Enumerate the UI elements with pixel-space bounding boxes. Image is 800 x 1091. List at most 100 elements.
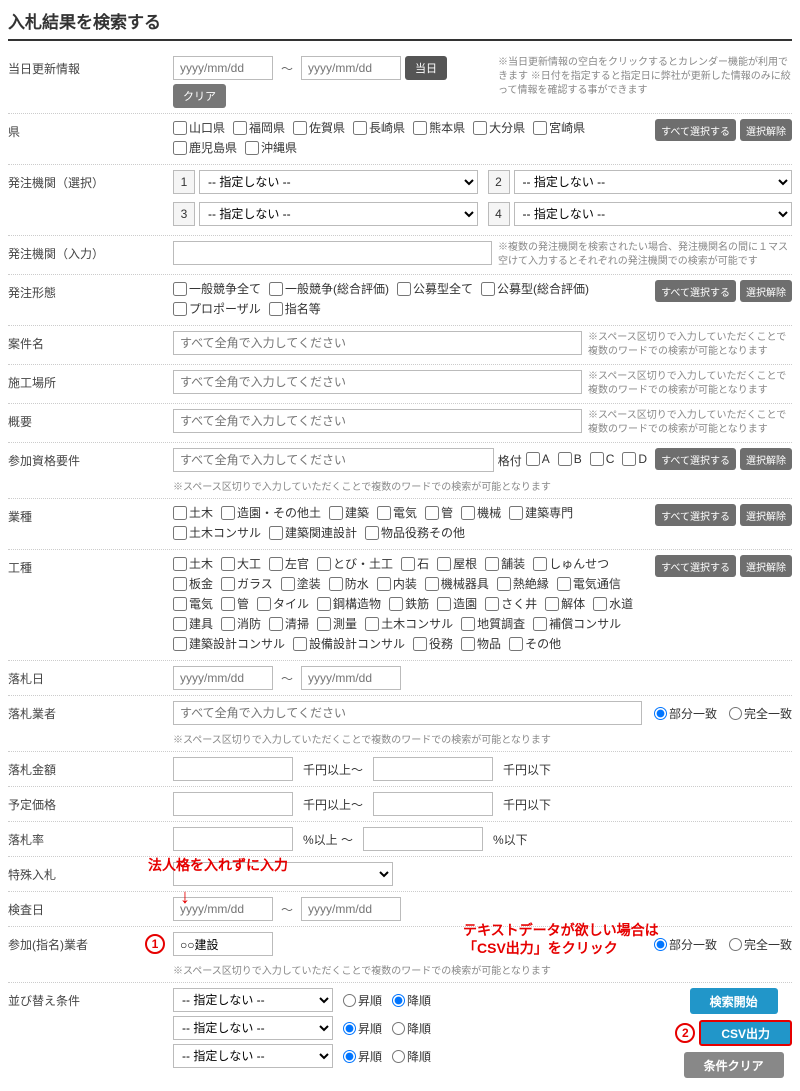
worktype-cb-20[interactable]: 鉄筋 [389,595,429,612]
qual-clear[interactable]: 選択解除 [740,448,792,470]
pref-cb-5[interactable]: 大分県 [473,119,525,136]
awardee-exact-radio[interactable]: 完全一致 [729,705,792,722]
rate-to[interactable] [363,827,483,851]
worktype-cb-10[interactable]: 塗装 [281,575,321,592]
pref-cb-0[interactable]: 山口県 [173,119,225,136]
rate-from[interactable] [173,827,293,851]
bidtype-cb-2[interactable]: 公募型全て [397,280,473,297]
qual-input[interactable] [173,448,494,472]
worktype-cb-13[interactable]: 機械器具 [425,575,489,592]
industry-clear[interactable]: 選択解除 [740,504,792,526]
special-select[interactable] [173,862,393,886]
award-date-from[interactable] [173,666,273,690]
industry-cb-2[interactable]: 建築 [329,504,369,521]
worktype-cb-32[interactable]: 建築設計コンサル [173,635,285,652]
today-button[interactable]: 当日 [405,56,447,80]
nominee-input[interactable] [173,932,273,956]
sort1-asc[interactable]: 昇順 [343,992,382,1009]
pref-cb-2[interactable]: 佐賀県 [293,119,345,136]
nominee-exact-radio[interactable]: 完全一致 [729,936,792,953]
pref-cb-8[interactable]: 沖縄県 [245,139,297,156]
worktype-cb-6[interactable]: 舗装 [485,555,525,572]
industry-cb-8[interactable]: 建築関連設計 [269,524,357,541]
worktype-cb-19[interactable]: 鋼構造物 [317,595,381,612]
amount-from[interactable] [173,757,293,781]
worktype-cb-33[interactable]: 設備設計コンサル [293,635,405,652]
place-input[interactable] [173,370,582,394]
industry-cb-4[interactable]: 管 [425,504,453,521]
org-select-3[interactable]: -- 指定しない -- [199,202,478,226]
worktype-cb-24[interactable]: 水道 [593,595,633,612]
worktype-cb-17[interactable]: 管 [221,595,249,612]
worktype-cb-28[interactable]: 測量 [317,615,357,632]
industry-cb-7[interactable]: 土木コンサル [173,524,261,541]
inspect-to[interactable] [301,897,401,921]
bidtype-cb-3[interactable]: 公募型(総合評価) [481,280,589,297]
industry-cb-1[interactable]: 造園・その他土 [221,504,321,521]
sort1-desc[interactable]: 降順 [392,992,431,1009]
bidtype-cb-4[interactable]: プロポーザル [173,300,261,317]
sort-select-3[interactable]: -- 指定しない -- [173,1044,333,1068]
org-select-2[interactable]: -- 指定しない -- [514,170,793,194]
bidtype-cb-0[interactable]: 一般競争全て [173,280,261,297]
qual-select-all[interactable]: すべて選択する [655,448,736,470]
worktype-cb-14[interactable]: 熱絶縁 [497,575,549,592]
rank-cb-3[interactable]: D [622,452,647,466]
pref-clear[interactable]: 選択解除 [740,119,792,141]
pref-cb-3[interactable]: 長崎県 [353,119,405,136]
worktype-cb-18[interactable]: タイル [257,595,309,612]
worktype-cb-16[interactable]: 電気 [173,595,213,612]
worktype-cb-0[interactable]: 土木 [173,555,213,572]
rank-cb-2[interactable]: C [590,452,615,466]
worktype-cb-22[interactable]: さく井 [485,595,537,612]
worktype-cb-5[interactable]: 屋根 [437,555,477,572]
search-button[interactable]: 検索開始 [690,988,778,1014]
bidtype-select-all[interactable]: すべて選択する [655,280,736,302]
industry-select-all[interactable]: すべて選択する [655,504,736,526]
clear-date-button[interactable]: クリア [173,84,226,108]
industry-cb-3[interactable]: 電気 [377,504,417,521]
worktype-cb-31[interactable]: 補償コンサル [533,615,621,632]
industry-cb-9[interactable]: 物品役務その他 [365,524,465,541]
award-date-to[interactable] [301,666,401,690]
sort3-asc[interactable]: 昇順 [343,1048,382,1065]
rank-cb-1[interactable]: B [558,452,582,466]
worktype-cb-9[interactable]: ガラス [221,575,273,592]
industry-cb-0[interactable]: 土木 [173,504,213,521]
inspect-from[interactable] [173,897,273,921]
worktype-cb-4[interactable]: 石 [401,555,429,572]
sort-select-1[interactable]: -- 指定しない -- [173,988,333,1012]
worktype-cb-11[interactable]: 防水 [329,575,369,592]
worktype-cb-2[interactable]: 左官 [269,555,309,572]
worktype-cb-26[interactable]: 消防 [221,615,261,632]
pref-cb-4[interactable]: 熊本県 [413,119,465,136]
worktype-cb-21[interactable]: 造園 [437,595,477,612]
clear-button[interactable]: 条件クリア [684,1052,784,1078]
industry-cb-6[interactable]: 建築専門 [509,504,573,521]
worktype-cb-3[interactable]: とび・土工 [317,555,393,572]
awardee-partial-radio[interactable]: 部分一致 [654,705,717,722]
update-date-from[interactable] [173,56,273,80]
worktype-cb-30[interactable]: 地質調査 [461,615,525,632]
worktype-cb-27[interactable]: 清掃 [269,615,309,632]
amount-to[interactable] [373,757,493,781]
pref-cb-7[interactable]: 鹿児島県 [173,139,237,156]
bidtype-cb-1[interactable]: 一般競争(総合評価) [269,280,389,297]
worktype-cb-23[interactable]: 解体 [545,595,585,612]
rank-cb-0[interactable]: A [526,452,550,466]
worktype-cb-25[interactable]: 建具 [173,615,213,632]
worktype-cb-8[interactable]: 板金 [173,575,213,592]
sort-select-2[interactable]: -- 指定しない -- [173,1016,333,1040]
bidtype-cb-5[interactable]: 指名等 [269,300,321,317]
worktype-cb-34[interactable]: 役務 [413,635,453,652]
yotei-from[interactable] [173,792,293,816]
sort2-desc[interactable]: 降順 [392,1020,431,1037]
update-date-to[interactable] [301,56,401,80]
bidtype-clear[interactable]: 選択解除 [740,280,792,302]
csv-button[interactable]: CSV出力 [699,1020,792,1046]
worktype-cb-35[interactable]: 物品 [461,635,501,652]
nominee-partial-radio[interactable]: 部分一致 [654,936,717,953]
org-select-4[interactable]: -- 指定しない -- [514,202,793,226]
pref-cb-1[interactable]: 福岡県 [233,119,285,136]
worktype-cb-7[interactable]: しゅんせつ [533,555,609,572]
